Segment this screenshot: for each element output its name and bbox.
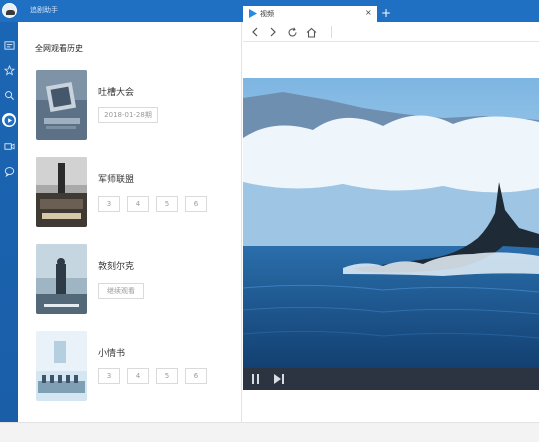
episode-button[interactable]: 6 bbox=[185, 196, 207, 212]
new-tab-button[interactable]: + bbox=[381, 6, 391, 20]
show-title: 敦刻尔克 bbox=[98, 262, 135, 272]
star-icon[interactable] bbox=[2, 63, 16, 77]
video-tab-icon bbox=[249, 9, 257, 21]
browser-viewport bbox=[243, 42, 539, 422]
bottom-bar bbox=[0, 422, 539, 442]
back-icon[interactable] bbox=[248, 25, 262, 39]
poster-image[interactable] bbox=[36, 244, 87, 314]
tab-label: 视频 bbox=[260, 10, 274, 18]
pause-icon[interactable] bbox=[251, 373, 261, 388]
episode-button[interactable]: 4 bbox=[127, 196, 149, 212]
episode-button[interactable]: 5 bbox=[156, 196, 178, 212]
history-item[interactable]: 军师联盟 3 4 5 6 bbox=[36, 157, 246, 229]
poster-image[interactable] bbox=[36, 157, 87, 227]
next-icon[interactable] bbox=[273, 373, 285, 388]
left-nav bbox=[0, 22, 18, 422]
play-icon[interactable] bbox=[2, 113, 16, 127]
episode-button[interactable]: 3 bbox=[98, 368, 120, 384]
show-title: 吐槽大会 bbox=[98, 88, 135, 98]
history-item[interactable]: 小情书 3 4 5 6 bbox=[36, 331, 246, 403]
video-camera-icon[interactable] bbox=[2, 139, 16, 153]
episode-button[interactable]: 5 bbox=[156, 368, 178, 384]
tab-video[interactable]: 视频 × bbox=[243, 6, 377, 22]
user-avatar[interactable] bbox=[2, 3, 17, 18]
watch-history-panel: 全网观看历史 吐槽大会 2018-01-28期 军师联盟 3 4 5 6 敦刻尔… bbox=[18, 22, 242, 422]
forward-icon[interactable] bbox=[266, 25, 280, 39]
toolbar-divider bbox=[331, 26, 332, 38]
episode-date-button[interactable]: 2018-01-28期 bbox=[98, 107, 158, 123]
show-title: 军师联盟 bbox=[98, 175, 135, 185]
video-controls bbox=[243, 368, 539, 390]
close-tab-icon[interactable]: × bbox=[365, 8, 372, 17]
show-title: 小情书 bbox=[98, 349, 126, 359]
browser-toolbar bbox=[243, 22, 539, 42]
home-icon[interactable] bbox=[304, 25, 318, 39]
episode-button[interactable]: 4 bbox=[127, 368, 149, 384]
history-item[interactable]: 敦刻尔克 继续观看 bbox=[36, 244, 246, 316]
app-title: 追剧助手 bbox=[30, 6, 58, 14]
search-icon[interactable] bbox=[2, 88, 16, 102]
video-player[interactable] bbox=[243, 78, 539, 370]
episode-button[interactable]: 3 bbox=[98, 196, 120, 212]
list-icon[interactable] bbox=[2, 38, 16, 52]
browser-tab-bar: 视频 × + bbox=[243, 6, 539, 22]
refresh-icon[interactable] bbox=[285, 25, 299, 39]
poster-image[interactable] bbox=[36, 70, 87, 140]
continue-watching-button[interactable]: 继续观看 bbox=[98, 283, 144, 299]
history-title: 全网观看历史 bbox=[35, 44, 83, 53]
history-item[interactable]: 吐槽大会 2018-01-28期 bbox=[36, 70, 246, 142]
poster-image[interactable] bbox=[36, 331, 87, 401]
episode-button[interactable]: 6 bbox=[185, 368, 207, 384]
chat-icon[interactable] bbox=[2, 164, 16, 178]
